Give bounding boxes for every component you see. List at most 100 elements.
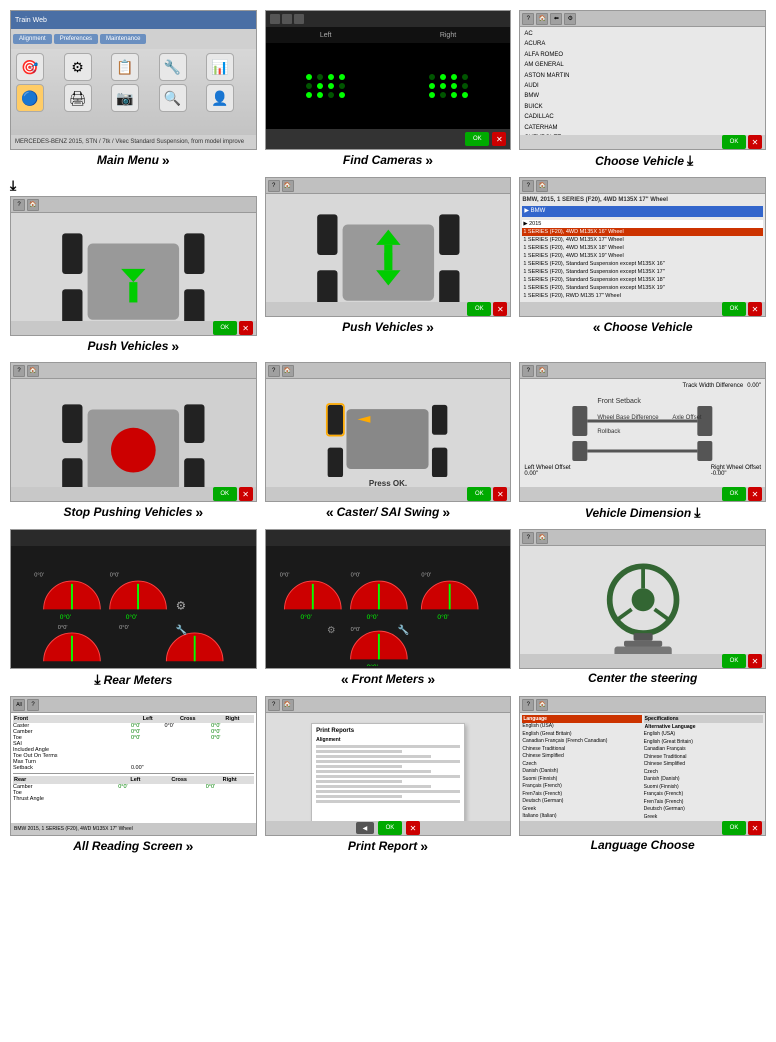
bmw-m1[interactable]: 1 SERIES (F20), 4WD M135X 17" Wheel: [522, 236, 763, 244]
cs-toolbar: ? 🏠: [266, 363, 511, 379]
screen-vehicle-dimension: ? 🏠 Track Width Difference 0.00": [519, 362, 766, 502]
label-row-push-vehicles-2: Push Vehicles »: [265, 319, 512, 335]
icon-9[interactable]: 🔍: [159, 84, 187, 112]
lc-cancel[interactable]: ✕: [748, 821, 762, 835]
svg-text:Rollback: Rollback: [598, 429, 622, 435]
bmw-m3[interactable]: 1 SERIES (F20), 4WD M135X 19" Wheel: [522, 252, 763, 260]
cell-main-menu: Train Web Alignment Preferences Maintena…: [10, 10, 257, 169]
pv1-cancel[interactable]: ✕: [239, 321, 253, 335]
pv2-cancel[interactable]: ✕: [493, 302, 507, 316]
icon-1[interactable]: 🎯: [16, 53, 44, 81]
cts-ok[interactable]: OK: [722, 654, 746, 668]
vl-item-acura[interactable]: ACURA: [522, 39, 763, 49]
cv2-toolbar: ? 🏠: [520, 178, 765, 194]
lang-chinese-trad[interactable]: Chinese Traditional: [522, 746, 641, 754]
alt-lang-chinese-simp[interactable]: Chinese Simplified: [644, 761, 763, 769]
cs-cancel[interactable]: ✕: [493, 487, 507, 501]
vl-item-cadillac[interactable]: CADILLAC: [522, 112, 763, 122]
icon-2[interactable]: ⚙: [64, 53, 92, 81]
cv1-ok[interactable]: OK: [722, 135, 746, 149]
lang-suomi[interactable]: Suomi (Finnish): [522, 776, 641, 784]
vd-ok[interactable]: OK: [722, 487, 746, 501]
tab-alignment[interactable]: Alignment: [13, 34, 52, 44]
svg-text:Wheel Base Difference: Wheel Base Difference: [598, 415, 660, 421]
icon-10[interactable]: 👤: [206, 84, 234, 112]
vl-item-am[interactable]: AM GENERAL: [522, 60, 763, 70]
alt-lang-english-gb[interactable]: English (Great Britain): [644, 739, 763, 747]
alt-lang-danish[interactable]: Danish (Danish): [644, 776, 763, 784]
cell-push-vehicles-2: ? 🏠: [265, 177, 512, 354]
alt-lang-canadian[interactable]: Canadian Français: [644, 746, 763, 754]
bmw-m5[interactable]: 1 SERIES (F20), Standard Suspension exce…: [522, 268, 763, 276]
rear-col-left: Left: [118, 776, 152, 784]
cameras-ok-btn[interactable]: OK: [465, 132, 489, 146]
vl-item-bmw[interactable]: BMW: [522, 91, 763, 101]
icon-3[interactable]: 📋: [111, 53, 139, 81]
vl-item-ac[interactable]: AC: [522, 29, 763, 39]
alt-lang-greek[interactable]: Greek: [644, 814, 763, 822]
alt-lang-czech[interactable]: Czech: [644, 769, 763, 777]
pr-back-btn[interactable]: ◀: [356, 822, 374, 834]
rdot10: [440, 92, 446, 98]
pv2-ok[interactable]: OK: [467, 302, 491, 316]
pr-ok[interactable]: OK: [378, 821, 402, 835]
bmw-m4[interactable]: 1 SERIES (F20), Standard Suspension exce…: [522, 260, 763, 268]
icon-4[interactable]: 🔧: [159, 53, 187, 81]
bmw-m2[interactable]: 1 SERIES (F20), 4WD M135X 18" Wheel: [522, 244, 763, 252]
lang-chinese-simp[interactable]: Chinese Simplified: [522, 753, 641, 761]
bmw-model-selected[interactable]: 1 SERIES (F20), 4WD M135X 16" Wheel: [522, 228, 763, 236]
cv1-cancel[interactable]: ✕: [748, 135, 762, 149]
cts-cancel[interactable]: ✕: [748, 654, 762, 668]
lang-czech[interactable]: Czech: [522, 761, 641, 769]
vd-cancel[interactable]: ✕: [748, 487, 762, 501]
bmw-selected-brand[interactable]: ▶ BMW: [522, 206, 763, 217]
icon-8[interactable]: 📷: [111, 84, 139, 112]
rear-thrust-left: [118, 796, 152, 802]
alt-lang-deutsch[interactable]: Deutsch (German): [644, 806, 763, 814]
tab-preferences[interactable]: Preferences: [54, 34, 98, 44]
alt-lang-suomi[interactable]: Suomi (Finnish): [644, 784, 763, 792]
icon-7[interactable]: 🖨: [64, 84, 92, 112]
vl-item-audi[interactable]: AUDI: [522, 81, 763, 91]
cs-ok[interactable]: OK: [467, 487, 491, 501]
lc-ok[interactable]: OK: [722, 821, 746, 835]
cv1-tb-icon1: ?: [522, 13, 534, 25]
lang-canadian[interactable]: Canadian Français (French Canadian): [522, 738, 641, 746]
cv2-ok[interactable]: OK: [722, 302, 746, 316]
lang-danish[interactable]: Danish (Danish): [522, 768, 641, 776]
lang-francais[interactable]: Français (French): [522, 783, 641, 791]
pv1-ok[interactable]: OK: [213, 321, 237, 335]
lang-english-us[interactable]: English (USA): [522, 723, 641, 731]
pr-toolbar: ? 🏠: [266, 697, 511, 713]
bmw-m6[interactable]: 1 SERIES (F20), Standard Suspension exce…: [522, 276, 763, 284]
vl-item-aston[interactable]: ASTON MARTIN: [522, 71, 763, 81]
lang-deutsch[interactable]: Deutsch (German): [522, 798, 641, 806]
alt-lang-francais[interactable]: Français (French): [644, 791, 763, 799]
lang-italiano[interactable]: Italiano (Italian): [522, 813, 641, 821]
sp-cancel[interactable]: ✕: [239, 487, 253, 501]
pv1-bottom: OK ✕: [11, 321, 256, 335]
vl-item-alfa[interactable]: ALFA ROMEO: [522, 50, 763, 60]
lang-greek[interactable]: Greek: [522, 806, 641, 814]
alt-lang-english-us[interactable]: English (USA): [644, 731, 763, 739]
lc-alt-language-list: English (USA) English (Great Britain) Ca…: [644, 731, 763, 821]
bmw-m8[interactable]: 1 SERIES (F20), RWD M135 17" Wheel: [522, 292, 763, 300]
bmw-m7[interactable]: 1 SERIES (F20), Standard Suspension exce…: [522, 284, 763, 292]
alt-lang-chinese-trad[interactable]: Chinese Traditional: [644, 754, 763, 762]
alt-lang-fren7ais[interactable]: Fren7ais (French): [644, 799, 763, 807]
vl-item-buick[interactable]: BUICK: [522, 102, 763, 112]
icon-5[interactable]: 📊: [206, 53, 234, 81]
lang-english-gb[interactable]: English (Great Britain): [522, 731, 641, 739]
cameras-cancel-btn[interactable]: ✕: [492, 132, 506, 146]
icon-6[interactable]: 🔵: [16, 84, 44, 112]
sp-ok[interactable]: OK: [213, 487, 237, 501]
cv2-cancel[interactable]: ✕: [748, 302, 762, 316]
lang-fren7ais[interactable]: Fren7ais (French): [522, 791, 641, 799]
cell-choose-vehicle-1: ? 🏠 ⬅ ⚙ AC ACURA ALFA ROMEO AM GENERAL A…: [519, 10, 766, 169]
tab-maintenance[interactable]: Maintenance: [100, 34, 146, 44]
main-menu-arrow: »: [162, 152, 170, 168]
vl-item-caterham[interactable]: CATERHAM: [522, 123, 763, 133]
cv1-arrow: ⤓: [687, 152, 693, 169]
pr-content: Print Reports Alignment: [266, 713, 511, 835]
pr-cancel[interactable]: ✕: [406, 821, 420, 835]
